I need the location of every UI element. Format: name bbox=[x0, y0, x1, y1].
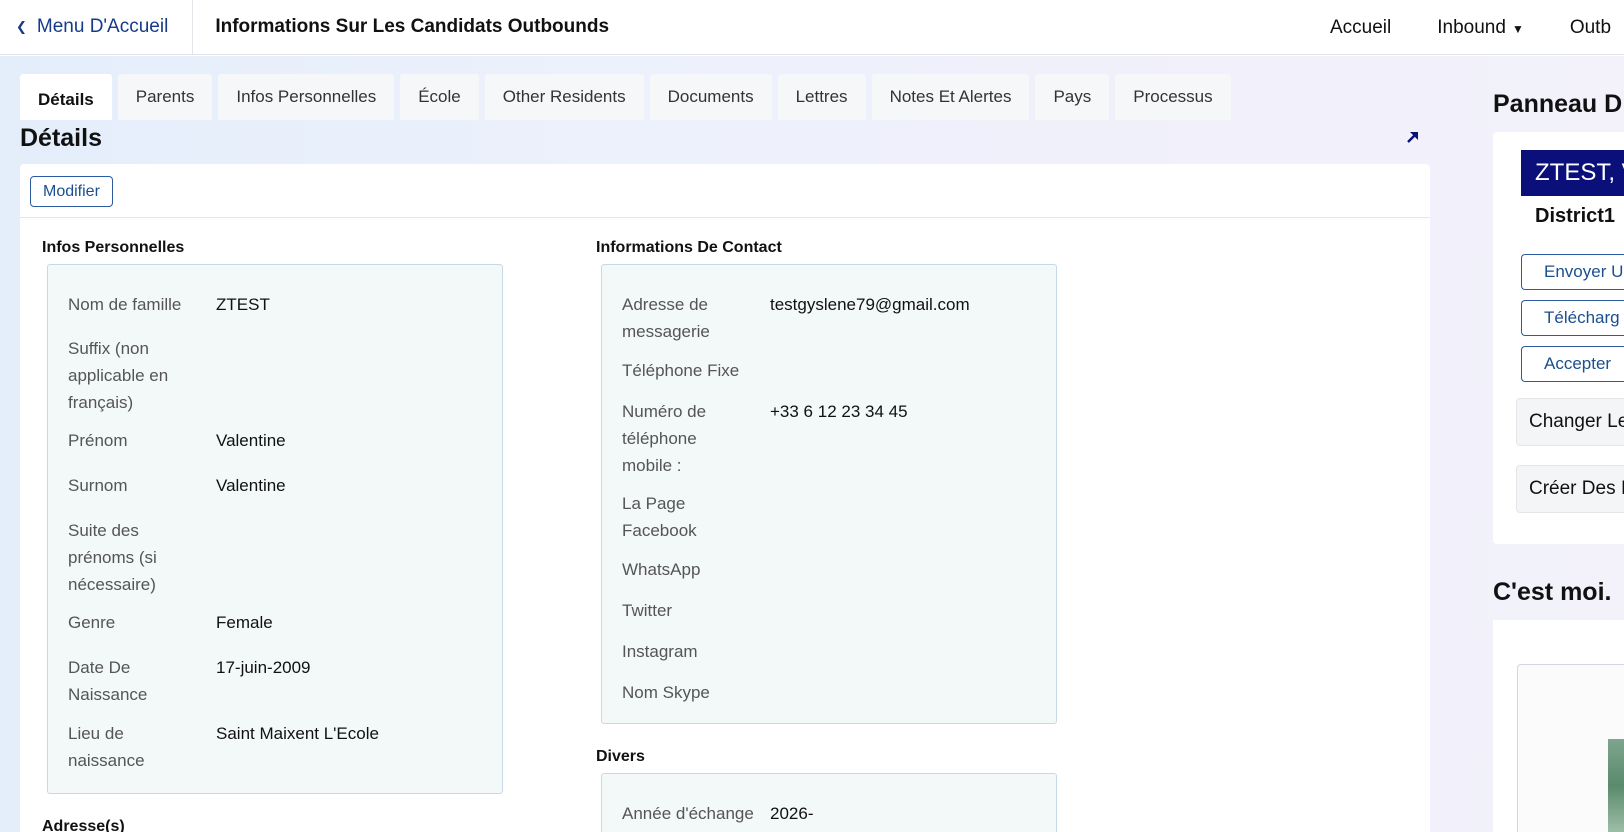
row-label: Année d'échange bbox=[622, 804, 754, 823]
row-value: Valentine bbox=[216, 431, 286, 450]
expand-icon[interactable] bbox=[1404, 128, 1422, 146]
about-me-card bbox=[1493, 620, 1624, 832]
back-to-home-link[interactable]: ❮ Menu D'Accueil bbox=[0, 0, 194, 54]
side-panel-title: Panneau D bbox=[1493, 90, 1623, 118]
row-label: Lieu de naissance bbox=[68, 724, 145, 770]
row-label: WhatsApp bbox=[622, 560, 701, 579]
back-link-label: Menu D'Accueil bbox=[36, 16, 169, 37]
nav-inbound[interactable]: Inbound ▼ bbox=[1437, 17, 1524, 39]
tab-other-residents[interactable]: Other Residents bbox=[484, 74, 644, 120]
caret-down-icon: ▼ bbox=[1511, 21, 1524, 36]
candidate-photo bbox=[1608, 739, 1624, 832]
tab-infos-personnelles[interactable]: Infos Personnelles bbox=[218, 74, 395, 120]
row-label: Suffix (non applicable en français) bbox=[68, 339, 169, 412]
nav-inbound-label: Inbound bbox=[1437, 16, 1506, 38]
tab-documents[interactable]: Documents bbox=[649, 74, 772, 120]
nav-outbound[interactable]: Outb bbox=[1570, 17, 1611, 39]
row-value: Female bbox=[216, 613, 273, 632]
row-value: Valentine bbox=[216, 476, 286, 495]
create-action-button[interactable]: Créer Des I bbox=[1516, 465, 1624, 513]
tab-lettres[interactable]: Lettres bbox=[777, 74, 866, 120]
accept-button[interactable]: Accepter bbox=[1521, 346, 1624, 382]
tab-details[interactable]: Détails bbox=[20, 74, 112, 120]
contact-info-title: Informations De Contact bbox=[596, 239, 782, 256]
photo-frame bbox=[1517, 664, 1624, 832]
row-label: Prénom bbox=[68, 431, 128, 450]
row-label: Suite des prénoms (si nécessaire) bbox=[68, 521, 157, 594]
edit-button[interactable]: Modifier bbox=[30, 176, 113, 207]
chevron-left-icon: ❮ bbox=[16, 19, 27, 34]
row-label: Adresse de messagerie bbox=[622, 295, 710, 341]
nav-accueil[interactable]: Accueil bbox=[1330, 17, 1391, 39]
row-value: 2026-27 bbox=[770, 804, 814, 832]
download-button[interactable]: Télécharg bbox=[1521, 300, 1624, 336]
tab-ecole[interactable]: École bbox=[400, 74, 479, 120]
about-me-title: C'est moi. bbox=[1493, 578, 1612, 606]
row-label: Genre bbox=[68, 613, 116, 632]
row-label: Date De Naissance bbox=[68, 658, 148, 704]
side-panel-card: ZTEST, V District1 Envoyer U Télécharg A… bbox=[1493, 132, 1624, 544]
misc-title: Divers bbox=[596, 748, 645, 765]
personal-info-box: Nom de famille ZTEST Suffix (non applica… bbox=[47, 264, 503, 794]
tab-processus[interactable]: Processus bbox=[1115, 74, 1231, 120]
row-label: Nom de famille bbox=[68, 295, 182, 314]
details-card: Modifier Infos Personnelles Nom de famil… bbox=[20, 164, 1430, 832]
detail-tabs: Détails Parents Infos Personnelles École… bbox=[20, 74, 1237, 120]
row-label: La Page Facebook bbox=[622, 494, 697, 540]
row-value: testgyslene79@gmail.com bbox=[770, 295, 970, 314]
district-label: District1 bbox=[1535, 205, 1616, 227]
row-value: ZTEST bbox=[216, 295, 270, 314]
contact-info-box: Adresse de messagerie testgyslene79@gmai… bbox=[601, 264, 1057, 724]
row-label: Surnom bbox=[68, 476, 128, 495]
row-label: Instagram bbox=[622, 642, 698, 661]
row-value: 17-juin-2009 bbox=[216, 658, 311, 677]
row-value: +33 6 12 23 34 45 bbox=[770, 402, 908, 421]
page-title: Informations Sur Les Candidats Outbounds bbox=[215, 16, 610, 37]
row-label: Nom Skype bbox=[622, 683, 710, 702]
tab-parents[interactable]: Parents bbox=[117, 74, 213, 120]
misc-box: Année d'échange 2026-27 bbox=[601, 773, 1057, 832]
change-action-button[interactable]: Changer Le bbox=[1516, 398, 1624, 446]
section-title: Détails bbox=[20, 124, 102, 152]
candidate-name-badge: ZTEST, V bbox=[1521, 150, 1624, 196]
tab-pays[interactable]: Pays bbox=[1035, 74, 1110, 120]
address-title: Adresse(s) bbox=[42, 818, 125, 832]
main-nav: Accueil Inbound ▼ Outb bbox=[1330, 0, 1624, 55]
card-toolbar: Modifier bbox=[20, 164, 1430, 218]
row-label: Numéro de téléphone mobile : bbox=[622, 402, 707, 475]
row-label: Twitter bbox=[622, 601, 673, 620]
row-value: Saint Maixent L'Ecole bbox=[216, 724, 379, 743]
personal-info-title: Infos Personnelles bbox=[42, 239, 185, 256]
tab-notes-alertes[interactable]: Notes Et Alertes bbox=[871, 74, 1030, 120]
send-button[interactable]: Envoyer U bbox=[1521, 254, 1624, 290]
row-label: Téléphone Fixe bbox=[622, 361, 740, 380]
